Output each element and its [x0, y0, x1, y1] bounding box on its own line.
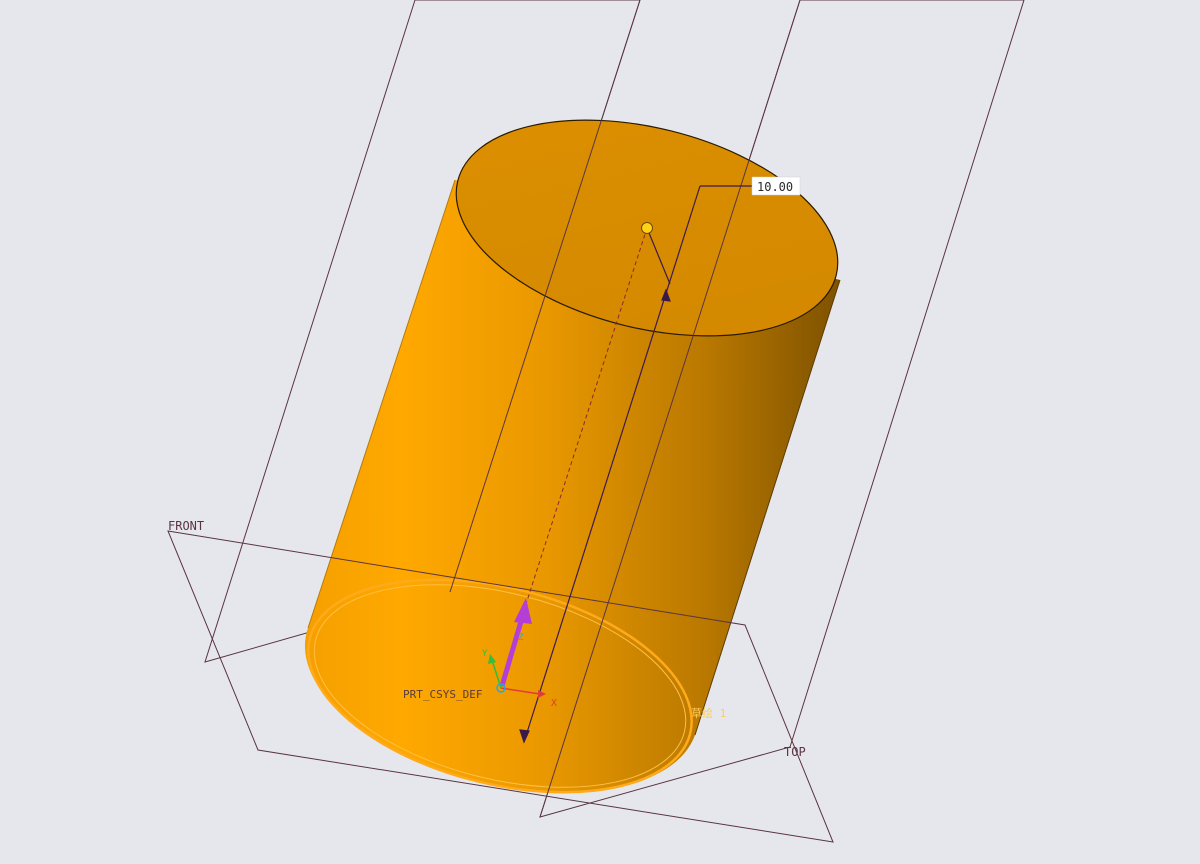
- csys-y-label: Y: [482, 649, 488, 659]
- datum-front-label[interactable]: FRONT: [168, 519, 204, 533]
- csys-z-label: Z: [518, 633, 524, 643]
- datum-top-label[interactable]: TOP: [784, 745, 806, 759]
- csys-x-label: X: [551, 698, 557, 709]
- dimension-value: 10.00: [757, 180, 793, 194]
- sketch-label[interactable]: 草绘 1: [691, 706, 726, 720]
- model-viewport[interactable]: 10.00 Y X Z FRONT TOP PRT_CSYS_DEF 草绘 1: [0, 0, 1200, 860]
- model-canvas[interactable]: 10.00 Y X Z FRONT TOP PRT_CSYS_DEF 草绘 1: [0, 0, 1200, 860]
- dimension-value-box[interactable]: 10.00: [751, 176, 801, 196]
- csys-name-label[interactable]: PRT_CSYS_DEF: [403, 688, 482, 701]
- drag-handle-point[interactable]: [641, 222, 653, 234]
